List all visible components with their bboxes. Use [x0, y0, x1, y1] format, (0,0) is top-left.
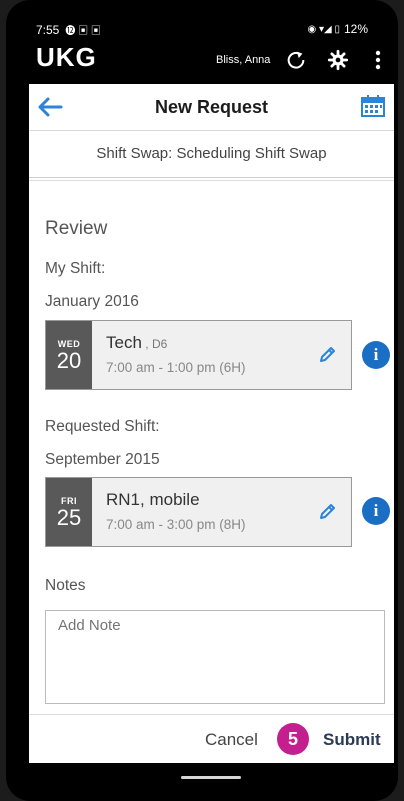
- refresh-icon[interactable]: [282, 46, 310, 74]
- review-heading: Review: [45, 218, 108, 239]
- more-vert-icon[interactable]: [364, 46, 392, 74]
- page-title: New Request: [154, 97, 269, 117]
- shift-job: RN1, mobile: [106, 490, 200, 509]
- signal-icon: ◉ ▾◢ ▯: [307, 23, 340, 35]
- date-box: WED 20: [46, 321, 92, 389]
- info-icon[interactable]: i: [362, 341, 390, 369]
- requested-shift-month: September 2015: [45, 451, 160, 468]
- requested-shift-label: Requested Shift:: [45, 418, 160, 435]
- my-shift-card[interactable]: WED 20 Tech , D6 7:00 am - 1:00 pm (6H): [45, 320, 352, 390]
- add-note-field[interactable]: [45, 610, 385, 704]
- request-type-subheader: Shift Swap: Scheduling Shift Swap: [29, 131, 394, 178]
- calendar-icon[interactable]: [360, 94, 386, 123]
- ukg-logo: UKG: [36, 42, 97, 72]
- pencil-icon[interactable]: [317, 345, 337, 370]
- day-of-month: 20: [56, 348, 82, 373]
- gear-icon[interactable]: [324, 46, 352, 74]
- page-header: New Request: [29, 84, 394, 131]
- day-of-month: 25: [56, 505, 82, 530]
- my-shift-month: January 2016: [45, 293, 139, 310]
- shift-time: 7:00 am - 3:00 pm (8H): [106, 517, 246, 532]
- battery-level: 12%: [343, 22, 368, 36]
- status-bar: 7:55 ⓬ ▣ ▣ ◉ ▾◢ ▯ 12%: [6, 14, 398, 42]
- status-left: 7:55 ⓬ ▣ ▣: [36, 22, 101, 38]
- notification-icon: ⓬ ▣ ▣: [65, 26, 101, 37]
- submit-button[interactable]: Submit: [323, 730, 381, 750]
- notes-label: Notes: [45, 577, 86, 594]
- requested-shift-card[interactable]: FRI 25 RN1, mobile 7:00 am - 3:00 pm (8H…: [45, 477, 352, 547]
- user-name: Bliss, Anna: [216, 54, 271, 66]
- divider: [29, 180, 394, 181]
- date-box: FRI 25: [46, 478, 92, 546]
- phone-frame: 7:55 ⓬ ▣ ▣ ◉ ▾◢ ▯ 12% UKG Bliss, Anna Ne…: [6, 0, 398, 801]
- status-time: 7:55: [36, 22, 60, 37]
- app-screen: New Request Shift Swap: Scheduling Shift…: [29, 84, 394, 763]
- home-indicator[interactable]: [181, 776, 241, 779]
- job-location: D6: [151, 337, 168, 351]
- job-name: Tech: [106, 333, 142, 352]
- my-shift-label: My Shift:: [45, 260, 106, 277]
- status-right: ◉ ▾◢ ▯ 12%: [307, 22, 368, 36]
- shift-job: Tech , D6: [106, 333, 168, 352]
- pencil-icon[interactable]: [317, 502, 337, 527]
- step-badge: 5: [277, 723, 309, 755]
- shift-time: 7:00 am - 1:00 pm (6H): [106, 360, 246, 375]
- cancel-button[interactable]: Cancel: [205, 730, 258, 750]
- app-bar: UKG Bliss, Anna: [6, 42, 398, 80]
- action-footer: Cancel 5 Submit: [29, 714, 394, 763]
- info-icon[interactable]: i: [362, 497, 390, 525]
